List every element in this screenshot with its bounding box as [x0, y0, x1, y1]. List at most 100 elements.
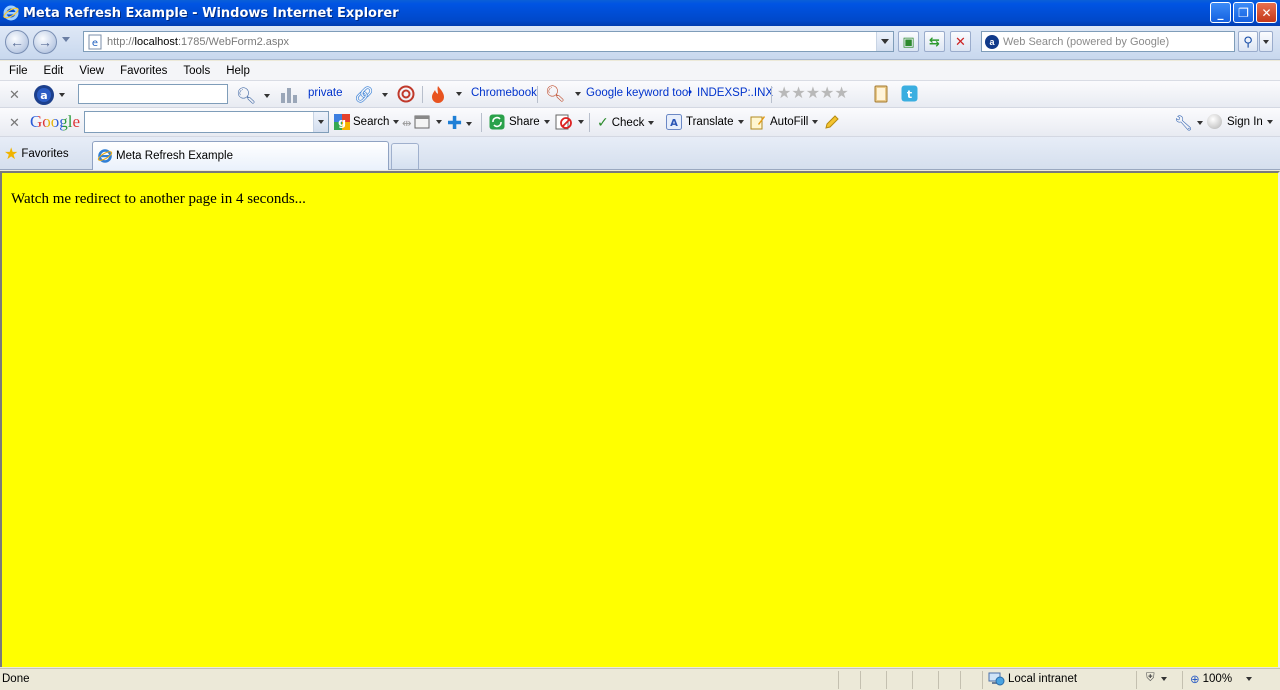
google-search-dropdown[interactable]: [313, 112, 328, 132]
status-pane-divider: [1182, 671, 1183, 689]
search-placeholder: Web Search (powered by Google): [1003, 35, 1170, 48]
noscript-button[interactable]: [555, 114, 584, 130]
google-toolbar: ✕ Google g Search ⇹ ✚ Share ✓ Check A Tr…: [0, 108, 1280, 137]
compatibility-view-button[interactable]: ▣: [898, 31, 919, 52]
autofill-button[interactable]: AutoFill: [750, 114, 819, 130]
menu-favorites[interactable]: Favorites: [112, 65, 175, 77]
bar-chart-icon: [281, 88, 297, 103]
twitter-button[interactable]: t: [901, 85, 918, 102]
separator: [589, 113, 590, 132]
private-link[interactable]: private: [308, 87, 343, 99]
share-label: Share: [509, 116, 540, 128]
stats-button[interactable]: [280, 86, 298, 103]
close-window-button[interactable]: ✕: [1256, 2, 1277, 23]
svg-text:a: a: [40, 89, 47, 102]
popup-blocker-button[interactable]: [414, 114, 442, 130]
pencil-icon: [825, 115, 839, 129]
ask-search-input[interactable]: [78, 84, 228, 104]
autofill-label: AutoFill: [770, 116, 809, 128]
close-toolbar-button[interactable]: ✕: [9, 87, 20, 103]
back-button[interactable]: ←: [5, 30, 29, 54]
stop-button[interactable]: ✕: [950, 31, 971, 52]
search-options-button[interactable]: [1259, 31, 1273, 52]
tab-row: ★ Favorites Meta Refresh Example: [0, 137, 1280, 170]
magnifier-icon: 🔍︎: [236, 88, 257, 105]
sign-in-button[interactable]: Sign In: [1207, 114, 1273, 129]
chevron-down-icon: [456, 92, 462, 96]
new-tab-button[interactable]: [391, 143, 419, 169]
bookmark-button[interactable]: [873, 85, 889, 103]
status-pane-divider: [860, 671, 861, 689]
share-button[interactable]: Share: [489, 114, 550, 130]
spell-check-button[interactable]: ✓ Check: [597, 114, 655, 131]
minimize-button[interactable]: _: [1210, 2, 1231, 23]
google-logo[interactable]: Google: [30, 112, 80, 132]
chevron-down-icon: [737, 120, 744, 124]
add-button[interactable]: ✚: [447, 113, 473, 134]
close-icon: ✕: [9, 87, 20, 102]
menu-help[interactable]: Help: [218, 65, 258, 77]
maximize-button[interactable]: ❐: [1233, 2, 1254, 23]
status-pane-divider: [960, 671, 961, 689]
settings-button[interactable]: 🔧︎: [1174, 114, 1204, 132]
chromebook-link[interactable]: Chromebook: [471, 87, 537, 99]
menu-file[interactable]: File: [0, 65, 36, 77]
status-bar: Done Local intranet ⛨ ⊕ 100%: [0, 668, 1280, 690]
separator: [771, 86, 772, 103]
ask-toolbar: ✕ a 🔍︎ private 🔗︎ Chromebook 🔍︎ Google k…: [0, 81, 1280, 108]
hot-button[interactable]: [430, 85, 462, 103]
history-dropdown-icon[interactable]: [62, 37, 70, 42]
google-search-input[interactable]: [84, 111, 329, 133]
spellcheck-icon: ✓: [597, 114, 609, 130]
translate-button[interactable]: A Translate: [666, 114, 744, 130]
star-icon: ★: [834, 85, 849, 102]
toolbar-resize-handle[interactable]: ⇹: [402, 116, 412, 130]
google-keyword-tool-link[interactable]: Google keyword tool: [586, 87, 691, 99]
status-pane-divider: [938, 671, 939, 689]
link-button[interactable]: 🔗︎: [354, 85, 389, 105]
zoom-icon: ⊕: [1190, 674, 1200, 686]
zoom-control[interactable]: ⊕ 100%: [1190, 672, 1253, 686]
rating-stars[interactable]: ★ ★ ★ ★ ★: [777, 86, 849, 102]
search-provider-icon: a: [985, 34, 999, 49]
chevron-down-icon: [264, 94, 271, 98]
separator: [422, 86, 423, 103]
search-input[interactable]: a Web Search (powered by Google): [981, 31, 1235, 52]
highlight-button[interactable]: 🔍︎: [545, 84, 582, 104]
address-field[interactable]: e http://localhost:1785/WebForm2.aspx: [83, 31, 894, 52]
forward-button[interactable]: →: [33, 30, 57, 54]
ask-logo-button[interactable]: a: [33, 84, 65, 106]
bullet-separator: •: [688, 87, 693, 99]
zoom-level: 100%: [1202, 673, 1233, 685]
indexsp-link[interactable]: INDEXSP:.INX: [697, 87, 773, 99]
close-google-toolbar-button[interactable]: ✕: [9, 115, 20, 131]
protected-mode-button[interactable]: ⛨: [1146, 672, 1167, 685]
chevron-down-icon: [1263, 39, 1269, 44]
zone-label: Local intranet: [1008, 673, 1078, 685]
redirect-message: Watch me redirect to another page in 4 s…: [11, 191, 306, 207]
ask-search-button[interactable]: 🔍︎: [236, 86, 271, 106]
google-search-button[interactable]: g Search: [334, 114, 400, 130]
menu-tools[interactable]: Tools: [175, 65, 218, 77]
target-button[interactable]: [397, 85, 415, 103]
tab-meta-refresh-example[interactable]: Meta Refresh Example: [92, 141, 389, 170]
compatibility-icon: ▣: [902, 33, 915, 49]
menu-view[interactable]: View: [71, 65, 112, 77]
chevron-down-icon: [382, 93, 389, 97]
security-zone[interactable]: Local intranet: [988, 671, 1077, 687]
address-dropdown-button[interactable]: [876, 32, 893, 51]
search-button[interactable]: ⚲: [1238, 31, 1258, 52]
refresh-button[interactable]: ⇆: [924, 31, 945, 52]
chevron-down-icon: [1266, 119, 1273, 124]
favorites-label: Favorites: [21, 148, 69, 160]
highlighter-button[interactable]: [824, 114, 840, 130]
protected-mode-icon: ⛨: [1146, 672, 1155, 684]
menu-edit[interactable]: Edit: [36, 65, 72, 77]
google-search-label: Search: [353, 116, 390, 128]
status-pane-divider: [838, 671, 839, 689]
internet-explorer-icon: [97, 149, 113, 163]
window-controls: _ ❐ ✕: [1210, 2, 1277, 23]
chevron-down-icon: [812, 120, 819, 124]
favorites-button[interactable]: ★ Favorites: [4, 144, 69, 164]
forward-arrow-icon: →: [38, 34, 52, 50]
